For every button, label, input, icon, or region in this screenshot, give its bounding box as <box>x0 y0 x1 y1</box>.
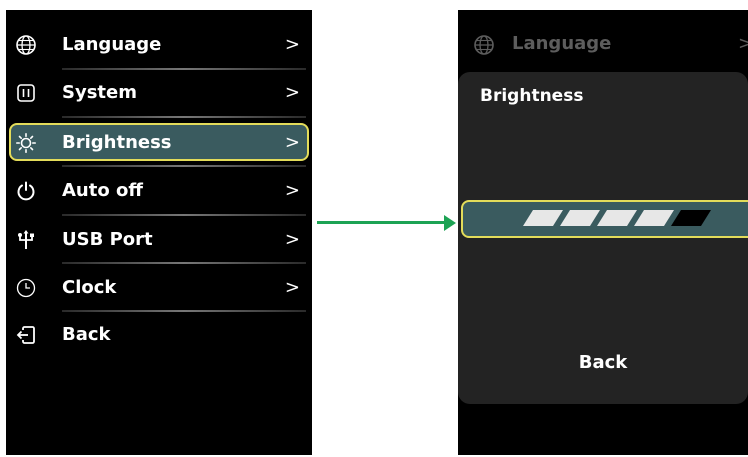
chevron-right-icon: > <box>738 33 748 54</box>
power-icon <box>17 181 35 201</box>
back-icon <box>16 326 35 344</box>
menu-item-label: Brightness <box>62 132 172 153</box>
menu-item-usb-port[interactable]: USB Port > <box>6 217 312 263</box>
menu-item-label: Back <box>62 324 111 345</box>
chevron-right-icon: > <box>284 132 300 153</box>
menu-item-language[interactable]: Language > <box>6 22 312 68</box>
brightness-segment-on <box>523 210 563 226</box>
menu-item-auto-off[interactable]: Auto off > <box>6 168 312 214</box>
transition-arrow-line <box>317 221 447 224</box>
brightness-segment-on <box>560 210 600 226</box>
arrow-right-icon <box>444 215 456 231</box>
menu-item-label: Language <box>62 34 162 55</box>
clock-icon <box>16 278 36 298</box>
menu-item-system[interactable]: System > <box>6 70 312 116</box>
chevron-right-icon: > <box>284 277 300 298</box>
globe-icon <box>16 35 36 55</box>
brightness-level-bar <box>523 210 711 226</box>
menu-item-label: Clock <box>62 277 117 298</box>
menu-item-label: Auto off <box>62 180 143 201</box>
system-icon <box>17 84 35 102</box>
menu-divider <box>62 262 306 264</box>
chevron-right-icon: > <box>284 34 300 55</box>
dimmed-menu-label: Language <box>512 33 612 54</box>
chevron-right-icon: > <box>284 229 300 250</box>
brightness-slider[interactable] <box>461 200 748 238</box>
globe-icon <box>474 35 494 55</box>
chevron-right-icon: > <box>284 82 300 103</box>
menu-item-label: USB Port <box>62 229 153 250</box>
menu-divider <box>62 165 306 167</box>
menu-divider <box>62 116 306 118</box>
menu-divider <box>62 214 306 216</box>
panel-title: Brightness <box>480 86 584 106</box>
brightness-screen: Language > Brightness Back <box>458 10 748 455</box>
menu-item-clock[interactable]: Clock > <box>6 265 312 311</box>
brightness-segment-on <box>634 210 674 226</box>
sun-icon <box>16 133 36 153</box>
menu-item-brightness[interactable]: Brightness > <box>9 123 309 161</box>
brightness-segment-off <box>671 210 711 226</box>
usb-icon <box>18 230 34 249</box>
menu-item-label: System <box>62 82 137 103</box>
brightness-segment-on <box>597 210 637 226</box>
settings-menu-screen: Language > System > Brightness > Auto of… <box>6 10 312 455</box>
menu-item-back[interactable]: Back <box>6 312 312 358</box>
back-button[interactable]: Back <box>458 352 748 373</box>
chevron-right-icon: > <box>284 180 300 201</box>
